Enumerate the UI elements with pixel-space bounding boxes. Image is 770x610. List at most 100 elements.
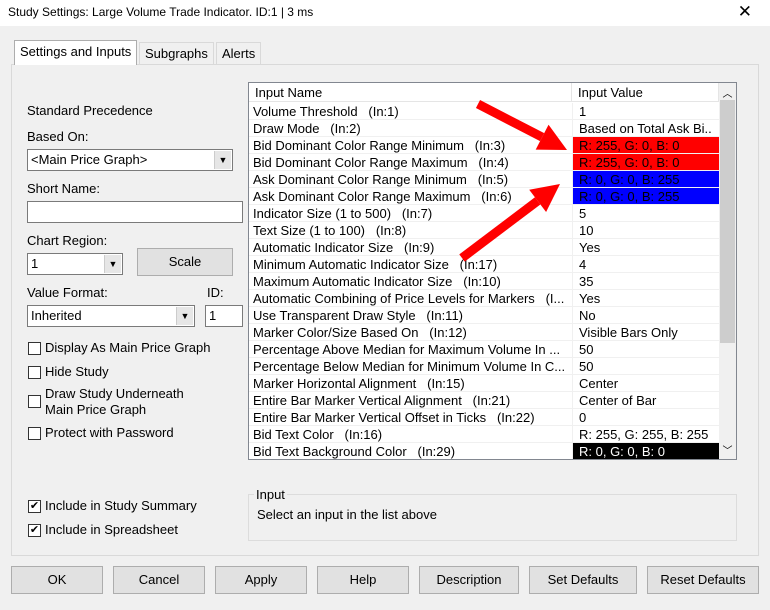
- input-row[interactable]: Marker Horizontal Alignment (In:15) Cente…: [249, 375, 719, 392]
- vertical-scrollbar[interactable]: ︿ ﹀: [719, 83, 736, 459]
- apply-button[interactable]: Apply: [215, 566, 307, 594]
- input-row[interactable]: Bid Text Color (In:16) R: 255, G: 255, B:…: [249, 426, 719, 443]
- input-row[interactable]: Entire Bar Marker Vertical Offset in Tic…: [249, 409, 719, 426]
- tab-subgraphs[interactable]: Subgraphs: [139, 42, 214, 64]
- protect-password-label: Protect with Password: [45, 425, 174, 440]
- input-value[interactable]: 4: [572, 256, 719, 272]
- ok-button[interactable]: OK: [11, 566, 103, 594]
- based-on-label: Based On:: [27, 129, 89, 144]
- input-name: Bid Dominant Color Range Maximum (In:4): [253, 155, 509, 170]
- id-label: ID:: [207, 285, 224, 300]
- window-title: Study Settings: Large Volume Trade Indic…: [8, 5, 314, 19]
- column-header-input-value[interactable]: Input Value: [572, 83, 719, 102]
- tab-settings-and-inputs[interactable]: Settings and Inputs: [14, 40, 138, 65]
- input-row[interactable]: Indicator Size (1 to 500) (In:7) 5: [249, 205, 719, 222]
- value-format-select[interactable]: Inherited ▼: [27, 305, 195, 327]
- input-row[interactable]: Bid Text Background Color (In:29) R: 0, G…: [249, 443, 719, 459]
- input-row[interactable]: Percentage Below Median for Minimum Volu…: [249, 358, 719, 375]
- scroll-down-icon[interactable]: ﹀: [719, 442, 736, 457]
- input-value[interactable]: 50: [572, 358, 719, 374]
- draw-underneath-label: Draw Study Underneath Main Price Graph: [45, 386, 184, 417]
- input-value[interactable]: Based on Total Ask Bi..: [572, 120, 719, 136]
- input-row[interactable]: Ask Dominant Color Range Minimum (In:5) R…: [249, 171, 719, 188]
- input-name: Automatic Combining of Price Levels for …: [253, 291, 565, 306]
- input-row[interactable]: Marker Color/Size Based On (In:12) Visibl…: [249, 324, 719, 341]
- chevron-down-icon: ▼: [214, 151, 231, 169]
- based-on-value: <Main Price Graph>: [31, 152, 148, 167]
- input-name: Draw Mode (In:2): [253, 121, 361, 136]
- input-value[interactable]: Visible Bars Only: [572, 324, 719, 340]
- input-value[interactable]: Center: [572, 375, 719, 391]
- input-row[interactable]: Entire Bar Marker Vertical Alignment (In…: [249, 392, 719, 409]
- draw-underneath-checkbox[interactable]: [28, 395, 41, 408]
- scroll-thumb[interactable]: [720, 100, 735, 343]
- input-row[interactable]: Use Transparent Draw Style (In:11) No: [249, 307, 719, 324]
- include-spreadsheet-label: Include in Spreadsheet: [45, 522, 178, 537]
- input-row[interactable]: Minimum Automatic Indicator Size (In:17)…: [249, 256, 719, 273]
- input-value[interactable]: Yes: [572, 239, 719, 255]
- input-value[interactable]: R: 255, G: 0, B: 0: [572, 154, 719, 170]
- value-format-value: Inherited: [31, 308, 82, 323]
- input-value[interactable]: R: 0, G: 0, B: 255: [572, 171, 719, 187]
- input-name: Bid Text Background Color (In:29): [253, 444, 456, 459]
- title-bar: Study Settings: Large Volume Trade Indic…: [0, 0, 770, 26]
- tab-alerts[interactable]: Alerts: [216, 42, 262, 64]
- chevron-down-icon: ▼: [176, 307, 193, 325]
- input-row[interactable]: Percentage Above Median for Maximum Volu…: [249, 341, 719, 358]
- chart-region-value: 1: [31, 256, 39, 271]
- input-name: Minimum Automatic Indicator Size (In:17): [253, 257, 498, 272]
- input-name: Indicator Size (1 to 500) (In:7): [253, 206, 433, 221]
- input-row[interactable]: Automatic Indicator Size (In:9) Yes: [249, 239, 719, 256]
- input-group-title: Input: [254, 487, 287, 502]
- based-on-select[interactable]: <Main Price Graph> ▼: [27, 149, 233, 171]
- scale-button[interactable]: Scale: [137, 248, 233, 276]
- input-value[interactable]: Center of Bar: [572, 392, 719, 408]
- input-row[interactable]: Bid Dominant Color Range Maximum (In:4) R…: [249, 154, 719, 171]
- scroll-up-icon[interactable]: ︿: [719, 85, 736, 100]
- input-name: Automatic Indicator Size (In:9): [253, 240, 435, 255]
- include-spreadsheet-checkbox[interactable]: ✔: [28, 524, 41, 537]
- input-value[interactable]: R: 0, G: 0, B: 255: [572, 188, 719, 204]
- id-input[interactable]: 1: [205, 305, 243, 327]
- protect-password-checkbox[interactable]: [28, 427, 41, 440]
- input-value[interactable]: R: 0, G: 0, B: 0: [572, 443, 719, 459]
- input-row[interactable]: Text Size (1 to 100) (In:8) 10: [249, 222, 719, 239]
- description-button[interactable]: Description: [419, 566, 519, 594]
- input-value[interactable]: 35: [572, 273, 719, 289]
- input-row[interactable]: Volume Threshold (In:1) 1: [249, 103, 719, 120]
- input-value[interactable]: R: 255, G: 0, B: 0: [572, 137, 719, 153]
- hide-study-checkbox[interactable]: [28, 366, 41, 379]
- input-row[interactable]: Ask Dominant Color Range Maximum (In:6) R…: [249, 188, 719, 205]
- input-row[interactable]: Draw Mode (In:2) Based on Total Ask Bi..: [249, 120, 719, 137]
- inputs-list[interactable]: Input Name Input Value Volume Threshold …: [248, 82, 737, 460]
- display-as-main-label: Display As Main Price Graph: [45, 340, 211, 355]
- input-value[interactable]: R: 255, G: 255, B: 255: [572, 426, 719, 442]
- input-name: Marker Color/Size Based On (In:12): [253, 325, 467, 340]
- input-row[interactable]: Bid Dominant Color Range Minimum (In:3) R…: [249, 137, 719, 154]
- include-summary-checkbox[interactable]: ✔: [28, 500, 41, 513]
- input-value[interactable]: No: [572, 307, 719, 323]
- input-value[interactable]: 5: [572, 205, 719, 221]
- input-name: Percentage Below Median for Minimum Volu…: [253, 359, 566, 374]
- input-name: Entire Bar Marker Vertical Offset in Tic…: [253, 410, 535, 425]
- input-value[interactable]: 10: [572, 222, 719, 238]
- input-value[interactable]: 0: [572, 409, 719, 425]
- input-value[interactable]: 1: [572, 103, 719, 119]
- hide-study-label: Hide Study: [45, 364, 109, 379]
- value-format-label: Value Format:: [27, 285, 108, 300]
- input-name: Marker Horizontal Alignment (In:15): [253, 376, 465, 391]
- chart-region-select[interactable]: 1 ▼: [27, 253, 123, 275]
- display-as-main-checkbox[interactable]: [28, 342, 41, 355]
- reset-defaults-button[interactable]: Reset Defaults: [647, 566, 759, 594]
- close-icon[interactable]: ✕: [738, 2, 752, 22]
- input-name: Volume Threshold (In:1): [253, 104, 399, 119]
- input-value[interactable]: 50: [572, 341, 719, 357]
- input-value[interactable]: Yes: [572, 290, 719, 306]
- set-defaults-button[interactable]: Set Defaults: [529, 566, 637, 594]
- column-header-input-name[interactable]: Input Name: [249, 83, 572, 102]
- help-button[interactable]: Help: [317, 566, 409, 594]
- short-name-input[interactable]: [27, 201, 243, 223]
- input-row[interactable]: Maximum Automatic Indicator Size (In:10)…: [249, 273, 719, 290]
- input-row[interactable]: Automatic Combining of Price Levels for …: [249, 290, 719, 307]
- cancel-button[interactable]: Cancel: [113, 566, 205, 594]
